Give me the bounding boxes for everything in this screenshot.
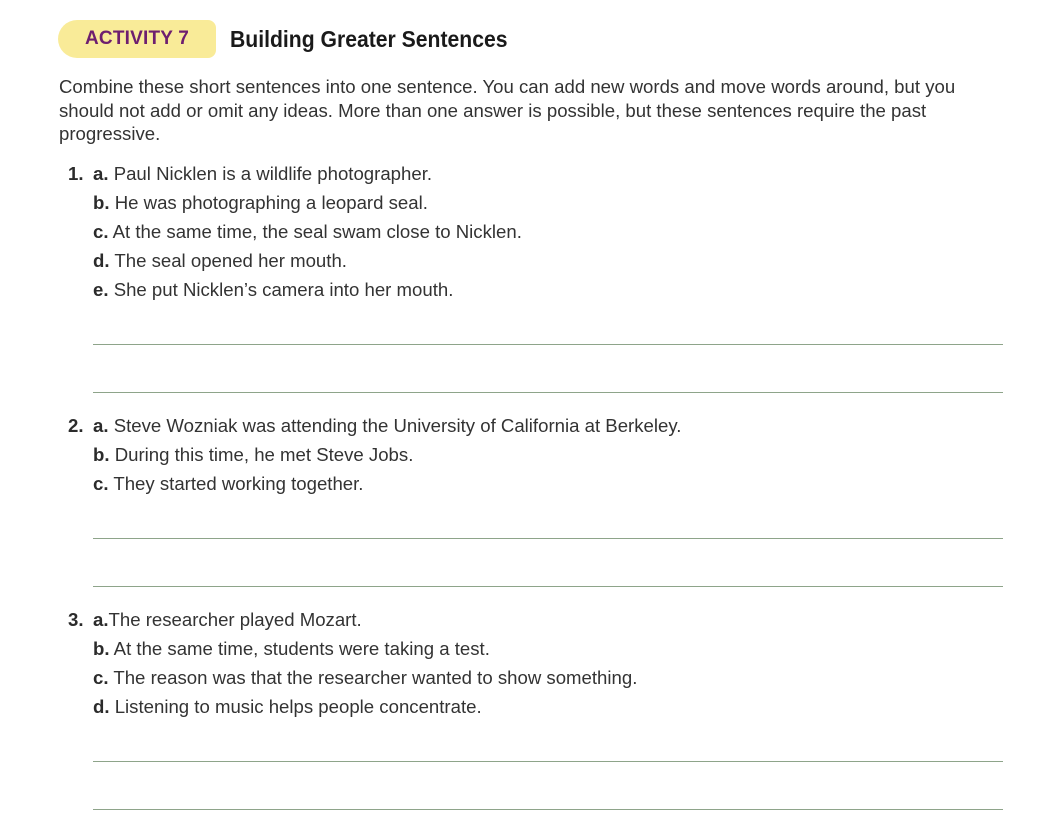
sentence-text: They started working together. (113, 473, 364, 494)
sentence-letter: a. (93, 163, 109, 184)
sentence-letter: d. (93, 250, 110, 271)
sentence-line: d. The seal opened her mouth. (93, 250, 347, 272)
instructions: Combine these short sentences into one s… (59, 76, 956, 144)
sentence-letter: b. (93, 192, 110, 213)
sentence-letter: d. (93, 696, 110, 717)
sentence-text: He was photographing a leopard seal. (114, 192, 428, 213)
sentence-letter: c. (93, 667, 109, 688)
sentence-letter: b. (93, 444, 110, 465)
activity-badge: ACTIVITY 7 (58, 20, 217, 58)
item-number: 2. (68, 415, 84, 436)
sentence-line: b. He was photographing a leopard seal. (93, 192, 428, 214)
sentence-line: c. They started working together. (93, 473, 363, 495)
sentence-text: Paul Nicklen is a wildlife photographer. (113, 163, 433, 184)
sentence-text: She put Nicklen’s camera into her mouth. (113, 279, 454, 300)
sentence-text: At the same time, students were taking a… (113, 638, 490, 659)
sentence-text: Listening to music helps people concentr… (114, 696, 482, 717)
sentence-letter: e. (93, 279, 109, 300)
sentence-line: d. Listening to music helps people conce… (93, 696, 482, 718)
sentence-letter: a. (93, 415, 109, 436)
answer-line[interactable] (93, 538, 1003, 539)
sentence-letter: a. (93, 609, 109, 630)
sentence-line: b. During this time, he met Steve Jobs. (93, 444, 413, 466)
answer-line[interactable] (93, 344, 1003, 345)
item-number: 3. (68, 609, 84, 630)
sentence-line: c. The reason was that the researcher wa… (93, 667, 637, 689)
answer-line[interactable] (93, 392, 1003, 393)
activity-header: ACTIVITY 7 Building Greater Sentences (58, 20, 532, 58)
sentence-letter: c. (93, 473, 109, 494)
sentence-line: a. Paul Nicklen is a wildlife photograph… (93, 163, 432, 185)
answer-line[interactable] (93, 761, 1003, 762)
item-number: 1. (68, 163, 84, 184)
sentence-letter: c. (93, 221, 109, 242)
sentence-text: Steve Wozniak was attending the Universi… (113, 415, 682, 436)
sentence-text: The researcher played Mozart. (108, 609, 362, 630)
sentence-text: At the same time, the seal swam close to… (112, 221, 522, 242)
answer-line[interactable] (93, 586, 1003, 587)
answer-line[interactable] (93, 809, 1003, 810)
sentence-line: b. At the same time, students were takin… (93, 638, 490, 660)
sentence-line: c. At the same time, the seal swam close… (93, 221, 522, 243)
sentence-line: a. Steve Wozniak was attending the Unive… (93, 415, 681, 437)
sentence-letter: b. (93, 638, 110, 659)
sentence-line: e. She put Nicklen’s camera into her mou… (93, 279, 453, 301)
sentence-text: The seal opened her mouth. (114, 250, 347, 271)
sentence-text: During this time, he met Steve Jobs. (114, 444, 414, 465)
sentence-text: The reason was that the researcher wante… (113, 667, 638, 688)
sentence-line: a.The researcher played Mozart. (93, 609, 362, 631)
activity-title: Building Greater Sentences (230, 25, 508, 52)
